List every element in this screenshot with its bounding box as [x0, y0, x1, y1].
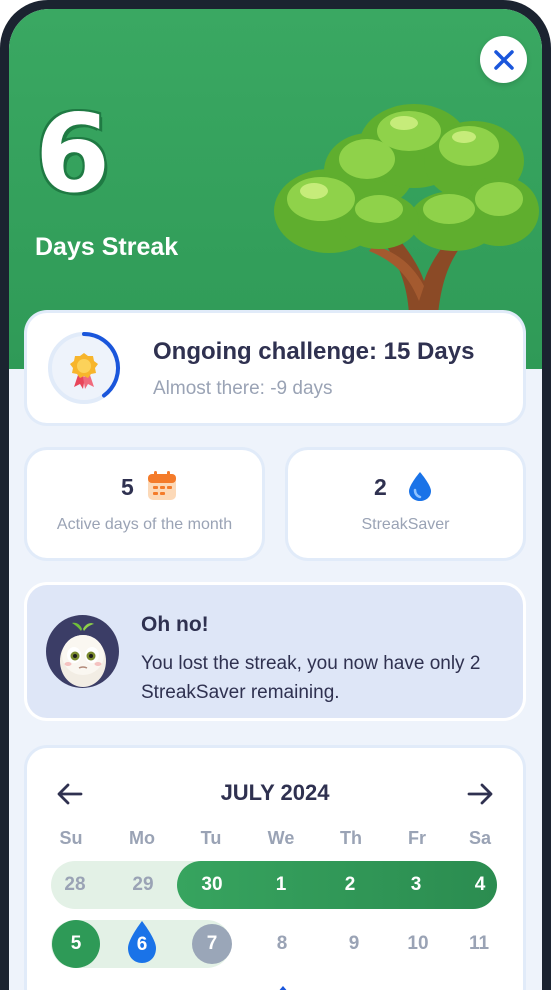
calendar-day[interactable]: 30	[190, 863, 234, 907]
challenge-progress-ring	[48, 332, 120, 404]
weekday-mo: Mo	[129, 828, 155, 848]
weekday-we: We	[267, 828, 295, 848]
calendar-day[interactable]: 10	[396, 922, 440, 966]
weekday-fr: Fr	[408, 828, 426, 848]
weekday-tu: Tu	[200, 828, 222, 848]
calendar-day[interactable]: 4	[458, 863, 502, 907]
weekday-sa: Sa	[468, 828, 492, 848]
calendar-day[interactable]: 11	[457, 922, 501, 966]
water-drop-icon	[409, 472, 431, 501]
alert-title: Oh no!	[141, 613, 209, 636]
calendar-day[interactable]: 1	[259, 863, 303, 907]
challenge-title: Ongoing challenge: 15 Days	[153, 338, 475, 365]
streak-screen: 6 Days Streak Ongoing challenge: 15 Days…	[9, 9, 542, 990]
streak-label: Days Streak	[35, 233, 179, 261]
weekday-th: Th	[340, 828, 362, 848]
mascot-avatar	[46, 615, 119, 688]
streaksaver-label: StreakSaver	[361, 516, 450, 533]
calendar-day[interactable]: 8	[260, 922, 304, 966]
calendar-icon	[148, 471, 176, 500]
calendar-day[interactable]: 2	[328, 863, 372, 907]
calendar-day[interactable]: 7	[192, 924, 232, 964]
streak-calendar: JULY 2024 Su Mo Tu We Th Fr Sa 28 29 30 …	[27, 748, 523, 990]
mascot-icon	[60, 622, 106, 687]
calendar-day[interactable]: 3	[394, 863, 438, 907]
calendar-day[interactable]: 5	[52, 920, 100, 968]
streaksaver-card[interactable]: 2 StreakSaver	[288, 450, 523, 558]
calendar-day-label: 6	[136, 934, 148, 955]
calendar-day[interactable]: 29	[121, 863, 165, 907]
streak-lost-alert: Oh no! You lost the streak, you now have…	[27, 585, 523, 718]
close-button[interactable]	[480, 36, 527, 83]
calendar-day[interactable]: 9	[332, 922, 376, 966]
next-month-arrow-icon[interactable]	[465, 780, 495, 808]
active-days-value: 5	[121, 474, 134, 500]
weekday-su: Su	[59, 828, 83, 848]
calendar-month-title: JULY 2024	[220, 780, 330, 805]
streaksaver-value: 2	[374, 474, 387, 500]
active-days-label: Active days of the month	[56, 516, 233, 533]
active-days-card[interactable]: 5 Active days of the month	[27, 450, 262, 558]
water-drop-icon	[279, 986, 287, 990]
phone-frame: 6 Days Streak Ongoing challenge: 15 Days…	[0, 0, 551, 990]
alert-message: You lost the streak, you now have only 2…	[141, 653, 481, 703]
challenge-card[interactable]: Ongoing challenge: 15 Days Almost there:…	[27, 313, 523, 423]
calendar-day[interactable]: 28	[53, 863, 97, 907]
streak-count: 6	[35, 92, 111, 217]
close-icon	[493, 49, 514, 70]
tree-illustration	[274, 104, 539, 331]
challenge-subtitle: Almost there: -9 days	[153, 378, 333, 399]
streaksaver-day[interactable]: 6	[125, 920, 159, 964]
